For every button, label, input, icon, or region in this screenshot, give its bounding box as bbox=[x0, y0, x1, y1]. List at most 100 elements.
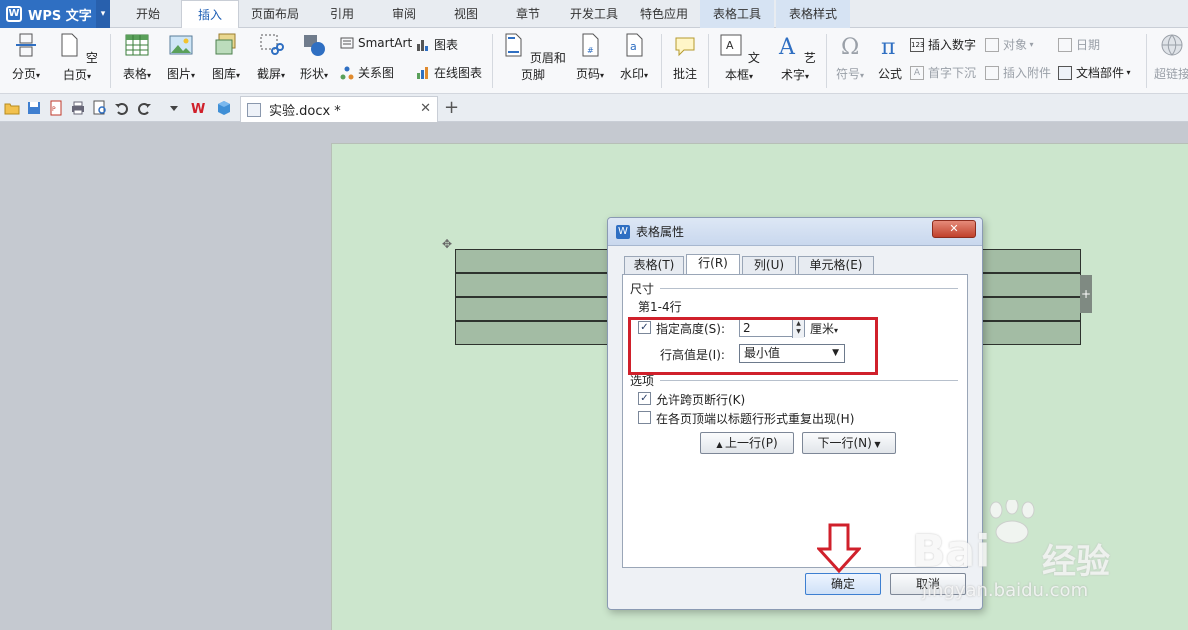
next-row-button[interactable]: 下一行(N) ▼ bbox=[802, 432, 896, 454]
dropcap-label: 首字下沉 bbox=[928, 66, 977, 80]
wordart-button[interactable]: A 艺术字▾ bbox=[770, 32, 820, 83]
undo-icon[interactable] bbox=[114, 100, 130, 116]
insert-number-button[interactable]: 123 插入数字 bbox=[910, 36, 976, 53]
allow-break-label: 允许跨页断行(K) bbox=[656, 393, 746, 407]
watermark-button[interactable]: a 水印▾ bbox=[614, 32, 654, 82]
save-icon[interactable] bbox=[26, 100, 42, 116]
gallery-button[interactable]: 图库▾ bbox=[206, 32, 246, 82]
pi-icon: π bbox=[881, 35, 895, 60]
customize-dropdown-icon[interactable] bbox=[166, 100, 182, 116]
add-row-button[interactable]: + bbox=[1080, 275, 1092, 313]
dropcap-icon: A bbox=[910, 65, 924, 80]
wps-w-icon[interactable]: W bbox=[190, 100, 206, 116]
tab-insert[interactable]: 插入 bbox=[181, 0, 239, 29]
table-move-handle-icon[interactable]: ✥ bbox=[442, 237, 452, 251]
chart-button[interactable]: 图表 bbox=[416, 36, 458, 53]
page-number-label: 页码 bbox=[575, 67, 600, 81]
tab-review[interactable]: 审阅 bbox=[378, 0, 430, 28]
smartart-button[interactable]: SmartArt bbox=[340, 36, 412, 50]
tab-table-style[interactable]: 表格样式 bbox=[776, 0, 850, 28]
hyperlink-button[interactable]: 超链接 bbox=[1152, 32, 1188, 82]
open-folder-icon[interactable] bbox=[4, 100, 20, 116]
screenshot-label: 截屏 bbox=[256, 67, 281, 81]
redo-icon[interactable] bbox=[136, 100, 152, 116]
tab-table[interactable]: 表格(T) bbox=[624, 256, 684, 275]
online-chart-button[interactable]: 在线图表 bbox=[416, 64, 482, 81]
page-break-button[interactable]: 分页▾ bbox=[8, 32, 44, 82]
svg-text:W: W bbox=[191, 102, 205, 116]
picture-icon bbox=[169, 35, 193, 55]
bar-chart-icon bbox=[417, 39, 428, 51]
date-button[interactable]: 日期 bbox=[1058, 36, 1100, 53]
dialog-titlebar[interactable]: W 表格属性 ✕ bbox=[608, 218, 982, 246]
formula-button[interactable]: π 公式 bbox=[874, 32, 906, 82]
doc-parts-button[interactable]: 文档部件 ▾ bbox=[1058, 64, 1131, 81]
tab-start[interactable]: 开始 bbox=[118, 0, 178, 28]
repeat-header-label: 在各页顶端以标题行形式重复出现(H) bbox=[656, 412, 855, 426]
picture-label: 图片 bbox=[166, 67, 191, 81]
attachment-icon bbox=[985, 65, 999, 80]
svg-text:#: # bbox=[587, 46, 594, 55]
tab-section[interactable]: 章节 bbox=[502, 0, 554, 28]
tab-column[interactable]: 列(U) bbox=[742, 256, 796, 275]
comment-button[interactable]: 批注 bbox=[668, 32, 702, 82]
svg-text:a: a bbox=[630, 40, 637, 53]
watermark-icon: a bbox=[626, 33, 643, 57]
export-pdf-icon[interactable]: P bbox=[48, 100, 64, 116]
ok-button[interactable]: 确定 bbox=[805, 573, 881, 595]
attachment-button[interactable]: 插入附件 bbox=[985, 64, 1051, 81]
new-tab-icon[interactable]: + bbox=[444, 97, 459, 118]
allow-break-checkbox[interactable]: ✓ bbox=[638, 392, 651, 405]
tab-references[interactable]: 引用 bbox=[316, 0, 368, 28]
table-label: 表格 bbox=[122, 67, 147, 81]
symbol-button[interactable]: Ω 符号▾ bbox=[832, 32, 868, 82]
blank-page-button[interactable]: 空白页▾ bbox=[52, 32, 102, 83]
screenshot-button[interactable]: 截屏▾ bbox=[252, 32, 290, 82]
tab-cell[interactable]: 单元格(E) bbox=[798, 256, 874, 275]
doc-parts-label: 文档部件 bbox=[1076, 66, 1125, 80]
shapes-button[interactable]: 形状▾ bbox=[296, 32, 332, 82]
menu-bar: W WPS 文字 ▾ 开始 插入 页面布局 引用 审阅 视图 章节 开发工具 特… bbox=[0, 0, 1188, 29]
blank-page-icon bbox=[61, 33, 78, 57]
object-button[interactable]: 对象 ▾ bbox=[985, 36, 1034, 53]
app-menu-button[interactable]: W WPS 文字 ▾ bbox=[0, 0, 110, 28]
print-icon[interactable] bbox=[70, 100, 86, 116]
globe-icon bbox=[1161, 34, 1183, 56]
table-button[interactable]: 表格▾ bbox=[118, 32, 156, 82]
previous-row-button[interactable]: ▲ 上一行(P) bbox=[700, 432, 794, 454]
attachment-label: 插入附件 bbox=[1003, 66, 1052, 80]
textbox-icon: A bbox=[720, 34, 742, 56]
online-chart-label: 在线图表 bbox=[434, 66, 483, 80]
picture-button[interactable]: 图片▾ bbox=[162, 32, 200, 82]
down-arrow-icon bbox=[817, 523, 861, 573]
dropcap-button[interactable]: A 首字下沉 bbox=[910, 64, 976, 81]
app-menu-dropdown-icon[interactable]: ▾ bbox=[96, 0, 110, 28]
document-tab[interactable]: 实验.docx * ✕ bbox=[240, 96, 438, 122]
textbox-button[interactable]: A 文本框▾ bbox=[714, 32, 764, 83]
relation-chart-button[interactable]: 关系图 bbox=[340, 64, 394, 81]
watermark-brand: Bai bbox=[912, 526, 991, 577]
tab-developer[interactable]: 开发工具 bbox=[562, 0, 626, 28]
page-number-button[interactable]: # 页码▾ bbox=[570, 32, 610, 82]
close-tab-icon[interactable]: ✕ bbox=[420, 101, 431, 116]
dialog-close-button[interactable]: ✕ bbox=[932, 220, 976, 238]
chart-label: 图表 bbox=[434, 38, 459, 52]
gallery-label: 图库 bbox=[211, 67, 236, 81]
calendar-icon bbox=[1058, 37, 1072, 52]
comment-label: 批注 bbox=[672, 67, 697, 81]
omega-icon: Ω bbox=[841, 35, 859, 60]
quick-access-bar: P W bbox=[0, 94, 1188, 122]
previous-row-label: 上一行(P) bbox=[725, 436, 778, 450]
tab-view[interactable]: 视图 bbox=[440, 0, 492, 28]
header-footer-button[interactable]: 页眉和页脚 bbox=[500, 32, 566, 83]
tab-page-layout[interactable]: 页面布局 bbox=[242, 0, 308, 28]
cube-icon[interactable] bbox=[216, 100, 232, 116]
print-preview-icon[interactable] bbox=[92, 100, 108, 116]
tab-features[interactable]: 特色应用 bbox=[632, 0, 696, 28]
repeat-header-checkbox[interactable] bbox=[638, 411, 651, 424]
svg-text:π: π bbox=[881, 35, 895, 58]
page-break-icon bbox=[16, 33, 36, 57]
tab-row[interactable]: 行(R) bbox=[686, 254, 740, 275]
wps-logo-icon: W bbox=[6, 6, 22, 22]
tab-table-tools[interactable]: 表格工具 bbox=[700, 0, 774, 28]
